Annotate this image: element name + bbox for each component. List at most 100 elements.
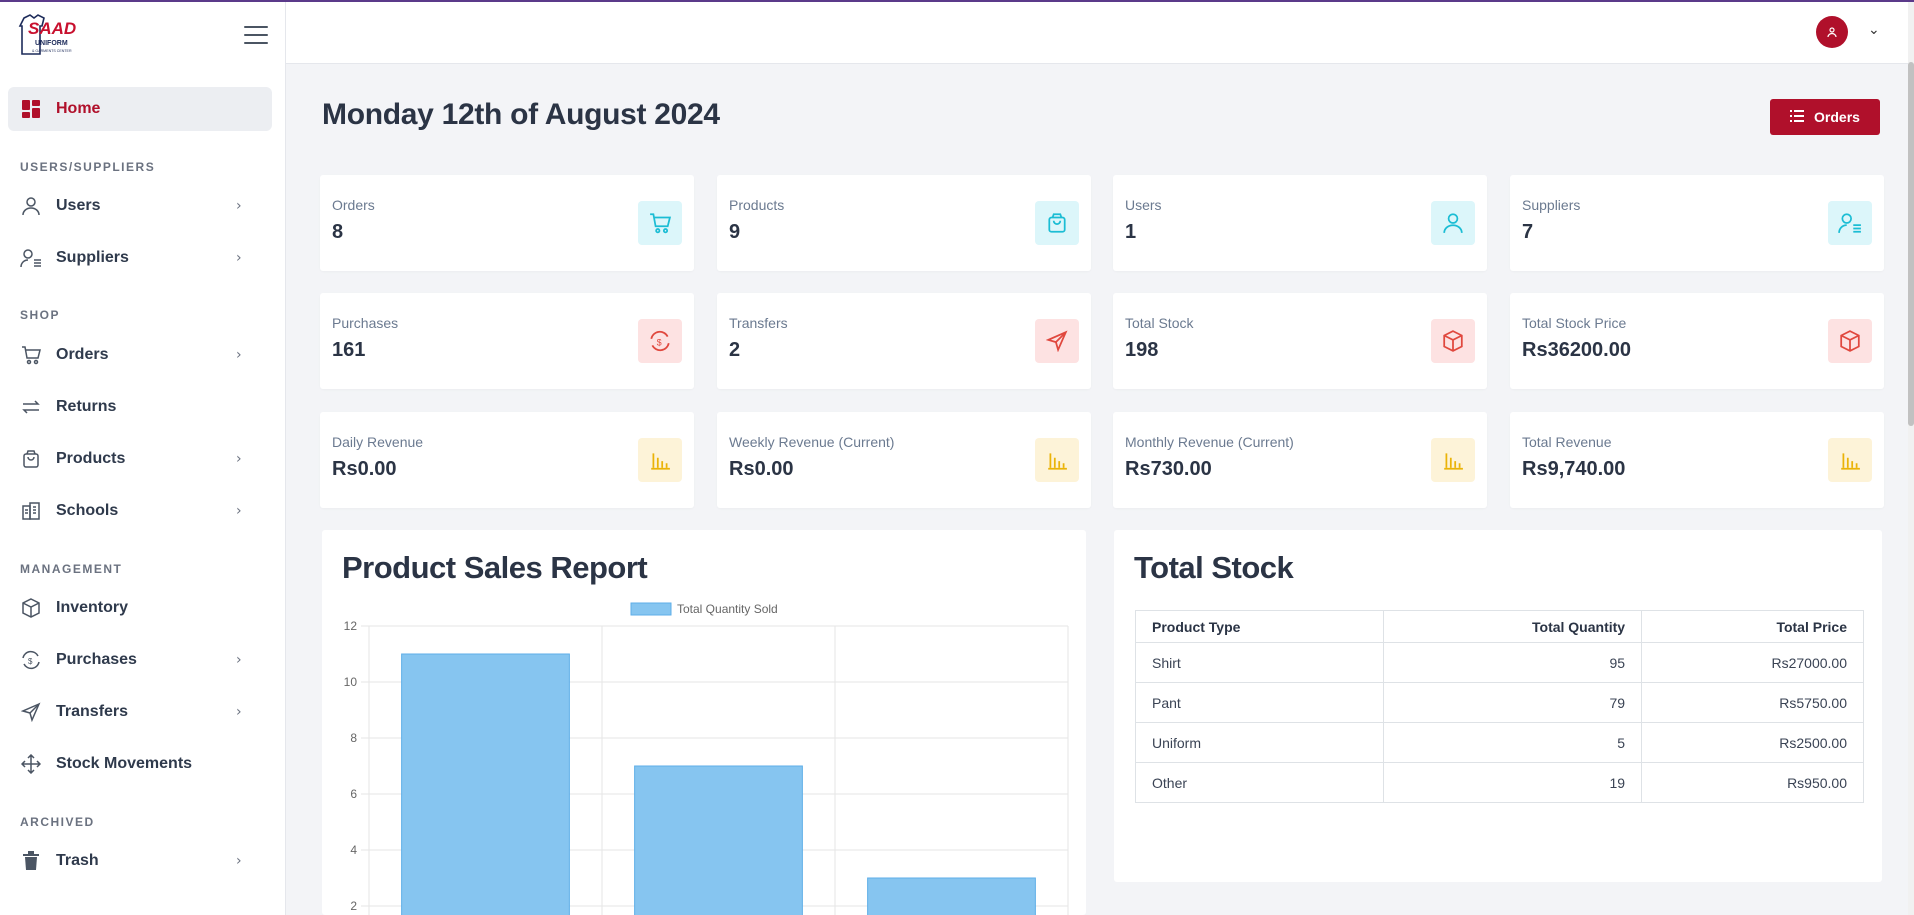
- currency-exchange-icon: $: [638, 319, 682, 363]
- sidebar-item-returns[interactable]: Returns: [8, 385, 272, 429]
- total-stock-panel: Total Stock Product Type Total Quantity …: [1114, 530, 1882, 882]
- table-row: Uniform 5 Rs2500.00: [1134, 722, 1864, 763]
- table-row: Pant 79 Rs5750.00: [1134, 682, 1864, 723]
- stat-card-total-stock[interactable]: Total Stock 198: [1113, 293, 1487, 389]
- legend-label: Total Quantity Sold: [677, 602, 778, 616]
- list-icon: [1790, 109, 1805, 125]
- sidebar-item-schools[interactable]: Schools ›: [8, 489, 272, 533]
- stat-value: 9: [729, 221, 741, 243]
- sidebar-item-users[interactable]: Users ›: [8, 184, 272, 228]
- chart-bar: [867, 877, 1036, 915]
- menu-toggle-icon[interactable]: [244, 26, 268, 46]
- stat-card-transfers[interactable]: Transfers 2: [717, 293, 1091, 389]
- send-icon: [1035, 319, 1079, 363]
- chevron-right-icon: ›: [236, 704, 242, 720]
- scrollbar-thumb[interactable]: [1908, 62, 1914, 426]
- user-avatar[interactable]: [1816, 16, 1848, 48]
- dashboard-icon: [20, 98, 42, 120]
- bar-chart-icon: [1828, 438, 1872, 482]
- sidebar-item-label: Schools: [56, 502, 119, 519]
- sidebar-item-label: Transfers: [56, 703, 129, 720]
- stat-card-monthly-revenue[interactable]: Monthly Revenue (Current) Rs730.00: [1113, 412, 1487, 508]
- send-icon: [20, 701, 42, 723]
- sidebar-item-transfers[interactable]: Transfers ›: [8, 690, 272, 734]
- top-header: [286, 2, 1914, 64]
- box-icon: [1431, 319, 1475, 363]
- sidebar-item-stock-movements[interactable]: Stock Movements: [8, 742, 272, 786]
- stat-card-users[interactable]: Users 1: [1113, 175, 1487, 271]
- box-icon: [1828, 319, 1872, 363]
- orders-button-label: Orders: [1814, 109, 1860, 125]
- table-cell: Rs2500.00: [1641, 722, 1864, 763]
- page-scrollbar[interactable]: [1908, 2, 1914, 915]
- table-cell: Uniform: [1134, 722, 1385, 763]
- chevron-down-icon[interactable]: ⌄: [1868, 22, 1880, 38]
- stat-label: Total Stock Price: [1522, 315, 1627, 331]
- chevron-right-icon: ›: [236, 250, 242, 266]
- stat-card-total-stock-price[interactable]: Total Stock Price Rs36200.00: [1510, 293, 1884, 389]
- table-cell: Other: [1134, 762, 1385, 803]
- sidebar-item-label: Purchases: [56, 651, 137, 668]
- table-cell: 19: [1383, 762, 1643, 803]
- svg-text:UNIFORM: UNIFORM: [35, 40, 68, 47]
- sidebar-item-label: Suppliers: [56, 249, 129, 266]
- stat-card-weekly-revenue[interactable]: Weekly Revenue (Current) Rs0.00: [717, 412, 1091, 508]
- sidebar-item-orders[interactable]: Orders ›: [8, 333, 272, 377]
- svg-text:$: $: [28, 657, 33, 666]
- y-tick-label: 2: [350, 899, 357, 913]
- shopping-bag-icon: [20, 448, 42, 470]
- sidebar-item-purchases[interactable]: $ Purchases ›: [8, 638, 272, 682]
- sidebar-item-label: Home: [56, 100, 101, 117]
- sidebar-item-suppliers[interactable]: Suppliers ›: [8, 236, 272, 280]
- table-row: Shirt 95 Rs27000.00: [1134, 642, 1864, 683]
- stat-card-daily-revenue[interactable]: Daily Revenue Rs0.00: [320, 412, 694, 508]
- sidebar-item-label: Trash: [56, 852, 99, 869]
- page-title: Monday 12th of August 2024: [322, 98, 720, 131]
- y-tick-label: 4: [350, 843, 357, 857]
- sidebar-item-trash[interactable]: Trash ›: [8, 839, 272, 883]
- chevron-right-icon: ›: [236, 503, 242, 519]
- sidebar-item-label: Stock Movements: [56, 755, 193, 772]
- section-archived: ARCHIVED: [20, 815, 95, 829]
- stat-value: 8: [332, 221, 344, 243]
- sidebar-item-inventory[interactable]: Inventory: [8, 586, 272, 630]
- brand-logo[interactable]: SAAD UNIFORM & GARMENTS CENTER: [18, 14, 88, 58]
- chart-bar: [634, 765, 803, 915]
- orders-button[interactable]: Orders: [1770, 99, 1880, 135]
- sidebar-item-label: Users: [56, 197, 101, 214]
- table-cell: Shirt: [1134, 642, 1385, 683]
- cart-icon: [20, 344, 42, 366]
- stat-card-orders[interactable]: Orders 8: [320, 175, 694, 271]
- sidebar-item-label: Orders: [56, 346, 109, 363]
- stat-value: 198: [1125, 339, 1159, 361]
- section-users-suppliers: USERS/SUPPLIERS: [20, 160, 156, 174]
- sidebar: SAAD UNIFORM & GARMENTS CENTER Home USER…: [0, 2, 286, 915]
- chevron-right-icon: ›: [236, 198, 242, 214]
- legend-swatch: [630, 602, 672, 616]
- stat-label: Purchases: [332, 315, 399, 331]
- sidebar-item-home[interactable]: Home: [8, 87, 272, 131]
- stat-card-products[interactable]: Products 9: [717, 175, 1091, 271]
- return-arrows-icon: [20, 396, 42, 418]
- stat-card-purchases[interactable]: Purchases 161 $: [320, 293, 694, 389]
- panel-title: Total Stock: [1134, 550, 1294, 585]
- table-header-row: Product Type Total Quantity Total Price: [1134, 610, 1864, 643]
- table-cell: Rs27000.00: [1641, 642, 1864, 683]
- svg-text:$: $: [657, 337, 662, 347]
- stat-value: 7: [1522, 221, 1534, 243]
- stat-label: Total Stock: [1125, 315, 1194, 331]
- sidebar-item-label: Returns: [56, 398, 117, 415]
- table-cell: 5: [1383, 722, 1643, 763]
- stat-card-suppliers[interactable]: Suppliers 7: [1510, 175, 1884, 271]
- column-header: Product Type: [1134, 610, 1385, 643]
- stat-label: Daily Revenue: [332, 434, 424, 450]
- sidebar-item-label: Inventory: [56, 599, 129, 616]
- user-icon: [1431, 201, 1475, 245]
- top-accent-line: [0, 0, 1914, 2]
- chevron-right-icon: ›: [236, 451, 242, 467]
- stat-value: 161: [332, 339, 366, 361]
- stat-card-total-revenue[interactable]: Total Revenue Rs9,740.00: [1510, 412, 1884, 508]
- stat-label: Products: [729, 197, 785, 213]
- stat-value: Rs36200.00: [1522, 339, 1631, 361]
- sidebar-item-products[interactable]: Products ›: [8, 437, 272, 481]
